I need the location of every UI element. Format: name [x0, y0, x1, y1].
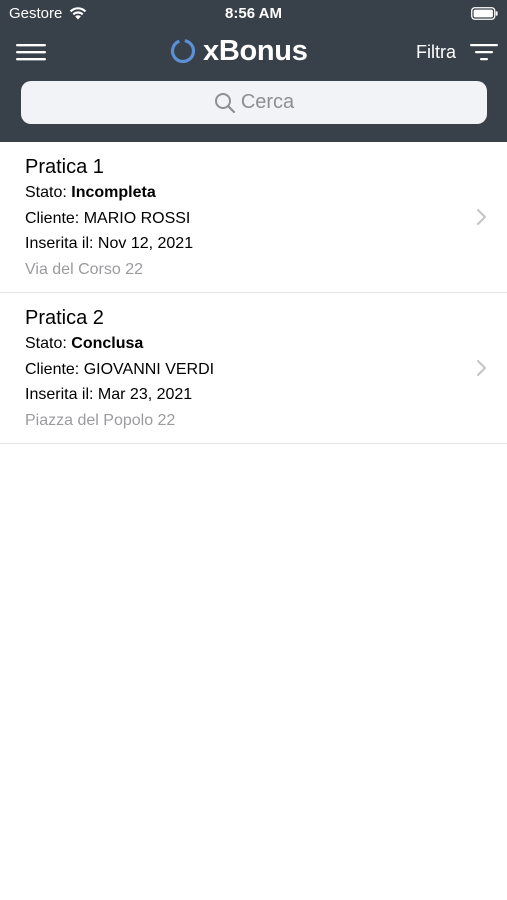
chevron-right-icon — [477, 209, 486, 225]
filter-label: Filtra — [416, 41, 456, 62]
battery-icon — [471, 7, 498, 20]
ring-logo-icon — [170, 38, 196, 64]
filter-icon — [470, 44, 498, 61]
status-label: Stato: — [25, 335, 67, 352]
item-client: Cliente: GIOVANNI VERDI — [25, 361, 215, 378]
status-bar: Gestore 8:56 AM — [0, 0, 507, 28]
practice-list: Pratica 1 Stato: Incompleta Cliente: MAR… — [0, 142, 507, 444]
list-item[interactable]: Pratica 1 Stato: Incompleta Cliente: MAR… — [0, 142, 507, 293]
item-address: Via del Corso 22 — [25, 261, 143, 278]
app-logo: xBonus — [170, 33, 308, 69]
item-status: Stato: Incompleta — [25, 184, 156, 202]
item-date: Inserita il: Mar 23, 2021 — [25, 386, 193, 403]
hamburger-menu-icon[interactable] — [16, 40, 46, 64]
status-label: Stato: — [25, 184, 67, 201]
search-icon — [214, 92, 235, 113]
status-value: Incompleta — [71, 184, 156, 201]
item-address: Piazza del Popolo 22 — [25, 412, 176, 429]
item-date: Inserita il: Nov 12, 2021 — [25, 235, 194, 252]
app-screen: Gestore 8:56 AM xBonus Filtra Cerca Prat… — [0, 0, 507, 900]
search-input[interactable]: Cerca — [21, 81, 487, 124]
app-title: xBonus — [203, 34, 308, 67]
item-title: Pratica 1 — [25, 156, 104, 178]
nav-bar: xBonus Filtra — [0, 30, 507, 74]
status-time: 8:56 AM — [225, 5, 282, 22]
item-title: Pratica 2 — [25, 307, 104, 329]
header: Gestore 8:56 AM xBonus Filtra Cerca — [0, 0, 507, 142]
chevron-right-icon — [477, 360, 486, 376]
status-value: Conclusa — [71, 335, 144, 352]
search-placeholder: Cerca — [240, 91, 295, 113]
item-status: Stato: Conclusa — [25, 335, 143, 353]
item-client: Cliente: MARIO ROSSI — [25, 210, 191, 227]
list-item[interactable]: Pratica 2 Stato: Conclusa Cliente: GIOVA… — [0, 293, 507, 444]
filter-button[interactable]: Filtra — [416, 38, 498, 66]
